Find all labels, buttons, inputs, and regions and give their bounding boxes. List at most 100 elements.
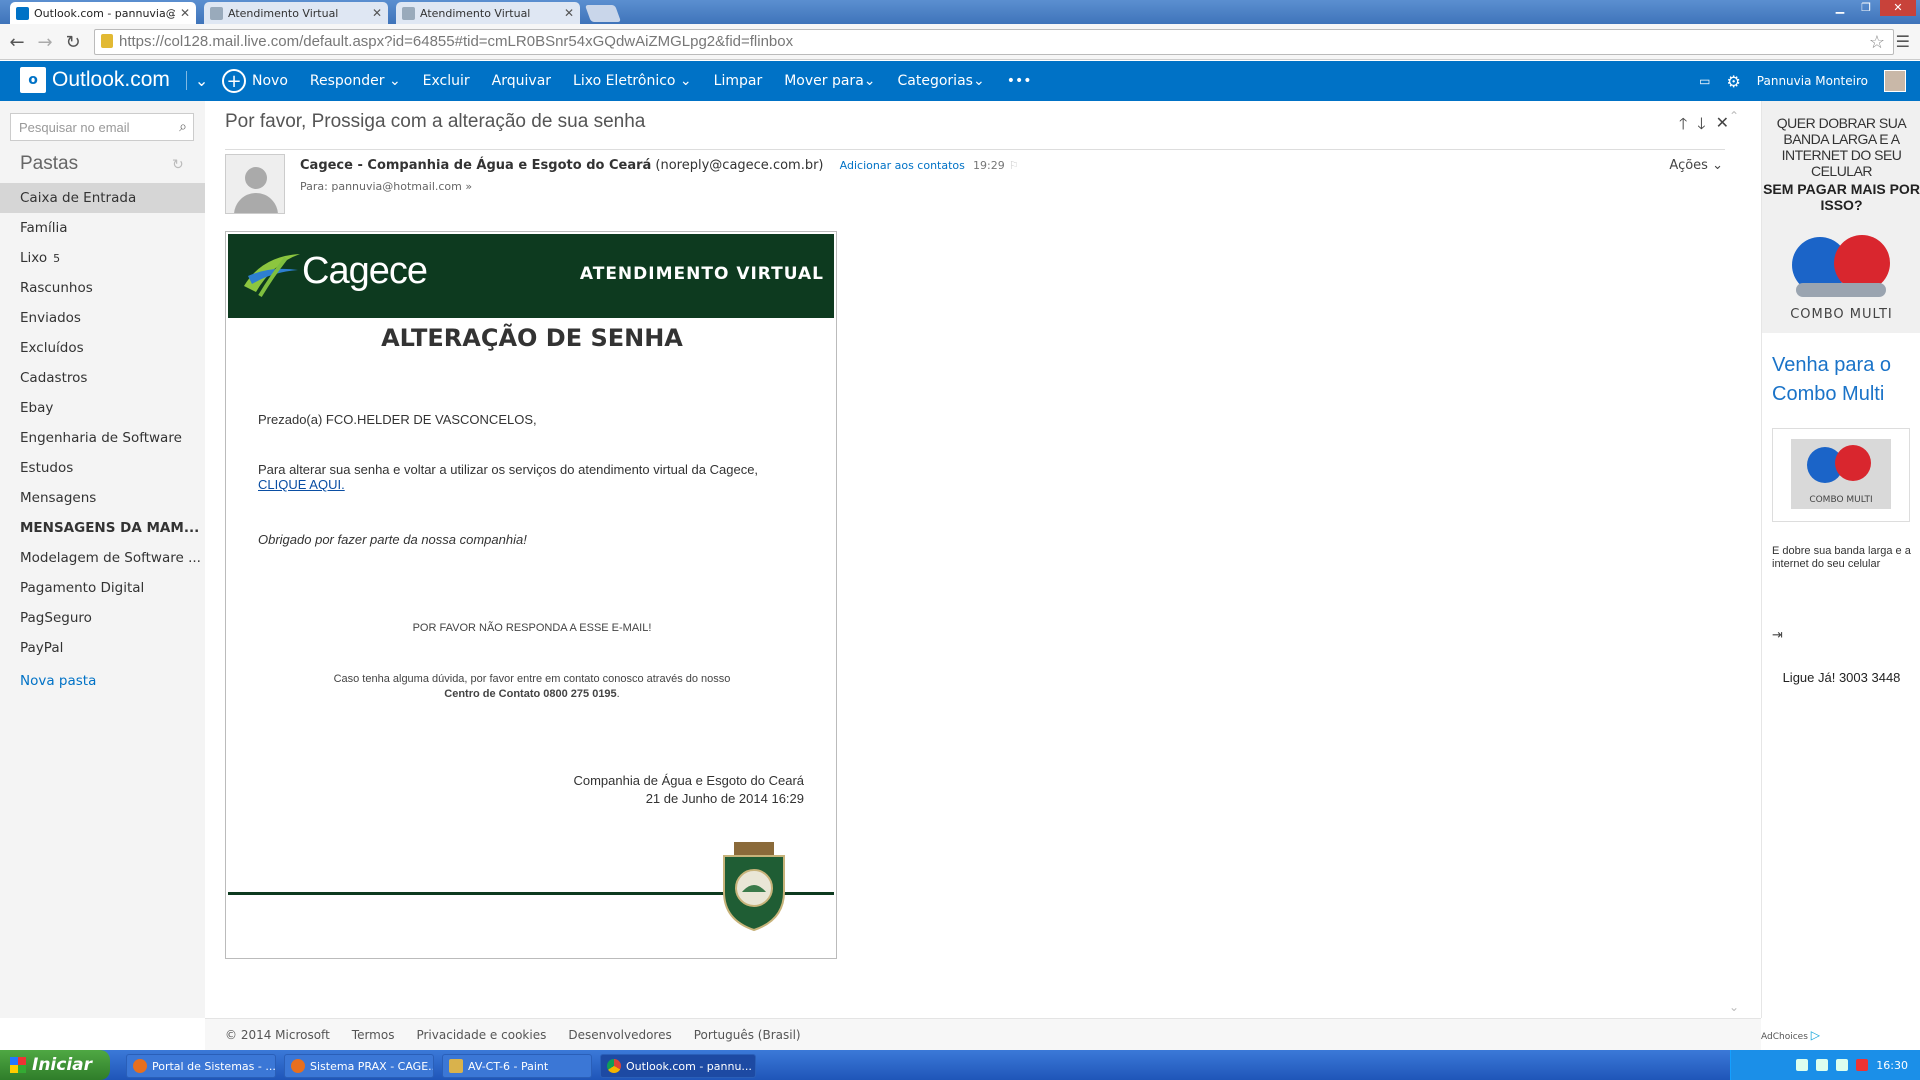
back-icon[interactable]: ← <box>6 32 28 53</box>
folder-label: Modelagem de Software ... <box>20 550 201 566</box>
folder-item-modelagem[interactable]: Modelagem de Software ... <box>0 543 205 573</box>
security-tray-icon[interactable] <box>1856 1059 1869 1071</box>
outlook-brand[interactable]: o Outlook.com ⌄ <box>20 67 208 93</box>
folder-item-rascunhos[interactable]: Rascunhos <box>0 273 205 303</box>
minimize-icon[interactable]: ▁ <box>1828 0 1852 16</box>
folder-item-cadastros[interactable]: Cadastros <box>0 363 205 393</box>
add-contact-link[interactable]: Adicionar aos contatos <box>840 159 965 172</box>
sweep-button[interactable]: Limpar <box>714 73 763 89</box>
folder-item-lixo[interactable]: Lixo 5 <box>0 243 205 273</box>
folder-label: Ebay <box>20 400 54 416</box>
search-icon[interactable]: ⌕ <box>179 118 187 135</box>
scroll-up-icon[interactable]: ⌃ <box>1729 109 1739 123</box>
ad-headline[interactable]: Venha para o Combo Multi <box>1772 351 1917 409</box>
reload-icon[interactable]: ↻ <box>62 32 84 53</box>
user-name[interactable]: Pannuvia Monteiro <box>1757 74 1868 88</box>
help-tray-icon[interactable] <box>1796 1059 1809 1071</box>
previous-message-icon[interactable]: 🡑 <box>1679 113 1687 140</box>
browser-tab-atendimento-1[interactable]: Atendimento Virtual ✕ <box>204 2 388 24</box>
close-window-icon[interactable]: ✕ <box>1880 0 1916 16</box>
left-navigation: Pesquisar no email ⌕ Pastas ↻ Caixa de E… <box>0 101 205 1018</box>
refresh-icon[interactable]: ↻ <box>172 157 184 173</box>
folder-item-pagseguro[interactable]: PagSeguro <box>0 603 205 633</box>
sender-name[interactable]: Cagece - Companhia de Água e Esgoto do C… <box>300 158 651 173</box>
search-input[interactable]: Pesquisar no email ⌕ <box>10 113 194 141</box>
bookmark-star-icon[interactable]: ☆ <box>1869 30 1885 54</box>
tab-close-icon[interactable]: ✕ <box>564 6 574 20</box>
outlook-favicon-icon <box>16 6 29 20</box>
reply-button[interactable]: Responder ⌄ <box>310 73 401 89</box>
taskbar-label: Portal de Sistemas - ... <box>152 1059 276 1073</box>
taskbar-item-outlook[interactable]: Outlook.com - pannu... <box>600 1054 756 1078</box>
next-message-icon[interactable]: 🡓 <box>1697 113 1705 140</box>
actions-menu[interactable]: Ações ⌄ <box>1669 158 1723 173</box>
browser-tab-atendimento-2[interactable]: Atendimento Virtual ✕ <box>396 2 580 24</box>
more-commands-button[interactable]: ••• <box>1007 73 1032 89</box>
adchoices-label: AdChoices <box>1761 1032 1808 1042</box>
junk-button[interactable]: Lixo Eletrônico ⌄ <box>573 73 692 89</box>
settings-gear-icon[interactable]: ⚙ <box>1726 72 1740 91</box>
start-button[interactable]: Iniciar <box>0 1050 110 1080</box>
vertical-scrollbar[interactable]: ⌃ ⌄ <box>1725 101 1743 1018</box>
feedback-icon[interactable]: ▭ <box>1699 74 1710 88</box>
taskbar-item-prax[interactable]: Sistema PRAX - CAGE... <box>284 1054 434 1078</box>
ad-thumbnail[interactable]: COMBO MULTI <box>1772 428 1910 522</box>
scroll-down-icon[interactable]: ⌄ <box>1729 1000 1739 1014</box>
terms-link[interactable]: Termos <box>352 1028 395 1042</box>
folder-item-mensagens-mam[interactable]: MENSAGENS DA MAM... <box>0 513 205 543</box>
folder-item-ebay[interactable]: Ebay <box>0 393 205 423</box>
avatar-body-shape <box>234 193 278 213</box>
archive-button[interactable]: Arquivar <box>492 73 551 89</box>
network-tray-icon[interactable] <box>1816 1059 1829 1071</box>
restore-icon[interactable]: ❐ <box>1854 0 1878 16</box>
privacy-link[interactable]: Privacidade e cookies <box>416 1028 546 1042</box>
folders-heading: Pastas <box>20 153 79 174</box>
recipient-line: Para: pannuvia@hotmail.com » <box>300 180 472 193</box>
new-tab-button[interactable] <box>584 5 622 22</box>
folder-label: Pagamento Digital <box>20 580 145 596</box>
tab-title: Outlook.com - pannuvia@hot <box>34 6 175 20</box>
volume-tray-icon[interactable] <box>1836 1059 1849 1071</box>
browser-menu-icon[interactable]: ☰ <box>1896 32 1910 51</box>
folder-item-familia[interactable]: Família <box>0 213 205 243</box>
user-avatar[interactable] <box>1884 70 1906 92</box>
expand-recipients-icon[interactable]: » <box>465 180 472 193</box>
ad-banner-top[interactable]: QUER DOBRAR SUA BANDA LARGA E A INTERNET… <box>1762 101 1920 333</box>
tab-close-icon[interactable]: ✕ <box>180 6 190 20</box>
noreply-notice: POR FAVOR NÃO RESPONDA A ESSE E-MAIL! <box>412 622 652 634</box>
delete-button[interactable]: Excluir <box>423 73 470 89</box>
move-to-button[interactable]: Mover para⌄ <box>784 73 875 89</box>
adchoices-link[interactable]: AdChoices ▷ <box>1761 1018 1920 1050</box>
ad-call-text: Ligue Já! 3003 3448 <box>1782 670 1901 685</box>
tab-close-icon[interactable]: ✕ <box>372 6 382 20</box>
folder-item-inbox[interactable]: Caixa de Entrada <box>0 183 205 213</box>
forward-icon[interactable]: → <box>34 32 56 53</box>
clock[interactable]: 16:30 <box>1876 1059 1908 1072</box>
new-button[interactable]: + Novo <box>222 69 288 93</box>
developers-link[interactable]: Desenvolvedores <box>568 1028 671 1042</box>
folder-item-engenharia[interactable]: Engenharia de Software <box>0 423 205 453</box>
loading-favicon-icon <box>210 6 223 20</box>
folder-item-mensagens[interactable]: Mensagens <box>0 483 205 513</box>
folder-item-pagamento[interactable]: Pagamento Digital <box>0 573 205 603</box>
chevron-down-icon: ⌄ <box>388 73 401 89</box>
folder-item-estudos[interactable]: Estudos <box>0 453 205 483</box>
new-folder-link[interactable]: Nova pasta <box>20 673 96 689</box>
flag-icon[interactable]: ⚐ <box>1009 159 1019 172</box>
folder-item-excluidos[interactable]: Excluídos <box>0 333 205 363</box>
email-paragraph: Para alterar sua senha e voltar a utiliz… <box>258 462 758 492</box>
taskbar-item-portal[interactable]: Portal de Sistemas - ... <box>126 1054 276 1078</box>
language-link[interactable]: Português (Brasil) <box>694 1028 801 1042</box>
categories-button[interactable]: Categorias⌄ <box>898 73 985 89</box>
taskbar-item-paint[interactable]: AV-CT-6 - Paint <box>442 1054 592 1078</box>
browser-tab-outlook[interactable]: Outlook.com - pannuvia@hot ✕ <box>10 2 196 24</box>
app-switcher-chevron-icon[interactable]: ⌄ <box>185 70 208 90</box>
taskbar-label: AV-CT-6 - Paint <box>468 1059 549 1073</box>
folder-item-enviados[interactable]: Enviados <box>0 303 205 333</box>
change-password-link[interactable]: CLIQUE AQUI. <box>258 477 345 492</box>
folder-label: Rascunhos <box>20 280 93 296</box>
ad-expand-icon[interactable]: ⇥ <box>1772 628 1783 643</box>
address-bar[interactable]: https://col128.mail.live.com/default.asp… <box>94 29 1894 55</box>
outlook-logo-icon: o <box>20 67 46 93</box>
folder-item-paypal[interactable]: PayPal <box>0 633 205 663</box>
